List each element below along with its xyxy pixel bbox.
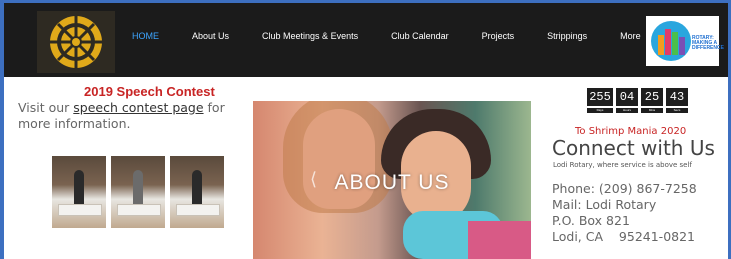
nav-club-meetings-events[interactable]: Club Meetings & Events xyxy=(262,31,358,51)
contest-title: 2019 Speech Contest xyxy=(84,84,215,99)
countdown-days: 255 Days xyxy=(587,88,613,113)
nav-home[interactable]: HOME xyxy=(132,31,159,51)
contact-phone: Phone: (209) 867-7258 xyxy=(552,181,697,196)
badge-text: ROTARY: MAKING A DIFFERENCE xyxy=(692,35,724,51)
contest-photo[interactable] xyxy=(52,156,106,240)
contest-text-before: Visit our xyxy=(18,100,74,115)
contest-photo-image xyxy=(52,156,106,228)
contest-photo[interactable] xyxy=(170,156,224,240)
nav-projects[interactable]: Projects xyxy=(482,31,515,51)
speech-contest-link[interactable]: speech contest page xyxy=(73,100,203,115)
rotary-logo[interactable] xyxy=(37,11,115,73)
connect-title: Connect with Us xyxy=(552,136,715,160)
nav-menu: HOME About Us Club Meetings & Events Clu… xyxy=(132,31,674,51)
contest-photos xyxy=(52,156,229,240)
countdown-secs-label: Secs xyxy=(666,108,688,113)
contact-city: Lodi, CA 95241-0821 xyxy=(552,229,696,244)
countdown-mins-value: 25 xyxy=(641,88,663,106)
countdown-hours: 04 Hours xyxy=(616,88,638,113)
connect-subtitle: Lodi Rotary, where service is above self xyxy=(553,161,692,169)
contact-info: Phone: (209) 867-7258 Mail: Lodi Rotary … xyxy=(552,181,697,245)
contest-photo-image xyxy=(170,156,224,228)
rotary-wheel-icon xyxy=(37,11,115,73)
countdown-timer: 255 Days 04 Hours 25 Mins 43 Secs xyxy=(587,88,691,113)
contest-photo[interactable] xyxy=(111,156,165,240)
countdown-secs: 43 Secs xyxy=(666,88,688,113)
contest-photo-caption xyxy=(111,232,165,240)
nav-club-calendar[interactable]: Club Calendar xyxy=(391,31,449,51)
nav-strippings[interactable]: Strippings xyxy=(547,31,587,51)
contact-po-box: P.O. Box 821 xyxy=(552,213,630,228)
nav-about-us[interactable]: About Us xyxy=(192,31,229,51)
rotary-difference-graphic-icon xyxy=(651,21,691,61)
contest-photo-caption xyxy=(52,232,106,240)
countdown-hours-label: Hours xyxy=(616,108,638,113)
countdown-hours-value: 04 xyxy=(616,88,638,106)
countdown-secs-value: 43 xyxy=(666,88,688,106)
countdown-mins-label: Mins xyxy=(641,108,663,113)
contest-photo-image xyxy=(111,156,165,228)
rotary-making-a-difference-badge[interactable]: ROTARY: MAKING A DIFFERENCE xyxy=(646,16,724,66)
top-nav: HOME About Us Club Meetings & Events Clu… xyxy=(4,3,728,77)
about-us-hero[interactable]: ⟨ ABOUT US xyxy=(253,101,531,259)
countdown-mins: 25 Mins xyxy=(641,88,663,113)
nav-more[interactable]: More xyxy=(620,31,641,51)
countdown-days-label: Days xyxy=(587,108,613,113)
contest-photo-caption xyxy=(170,232,224,240)
contact-mail: Mail: Lodi Rotary xyxy=(552,197,657,212)
hero-title: ABOUT US xyxy=(334,171,450,194)
countdown-days-value: 255 xyxy=(587,88,613,106)
contest-text: Visit our speech contest page for more i… xyxy=(18,100,248,132)
